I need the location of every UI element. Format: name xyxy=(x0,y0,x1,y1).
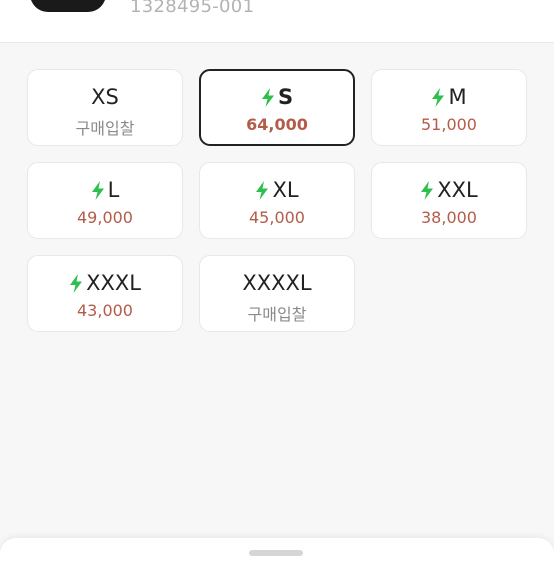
size-price: 51,000 xyxy=(421,115,477,134)
size-label: XXXXL xyxy=(242,271,312,295)
size-option-m[interactable]: M 51,000 xyxy=(371,69,527,146)
size-price: 49,000 xyxy=(77,208,133,227)
size-line: XXXL xyxy=(28,270,182,296)
lightning-bolt-icon xyxy=(420,180,434,200)
lightning-bolt-icon xyxy=(431,87,445,107)
size-option-xxl[interactable]: XXL 38,000 xyxy=(371,162,527,239)
drag-handle[interactable] xyxy=(249,550,303,556)
size-option-l[interactable]: L 49,000 xyxy=(27,162,183,239)
product-thumbnail[interactable] xyxy=(30,0,106,12)
purchase-bid-label: 구매입찰 xyxy=(75,119,135,138)
size-option-xl[interactable]: XL 45,000 xyxy=(199,162,355,239)
size-line: M xyxy=(372,84,526,110)
size-label: L xyxy=(107,178,120,202)
size-price: 43,000 xyxy=(77,301,133,320)
size-label: XS xyxy=(91,85,119,109)
size-line: L xyxy=(28,177,182,203)
size-label: S xyxy=(277,85,294,109)
size-line: S xyxy=(201,84,353,110)
size-option-xxxl[interactable]: XXXL 43,000 xyxy=(27,255,183,332)
lightning-bolt-icon xyxy=(69,273,83,293)
size-line: XL xyxy=(200,177,354,203)
size-label: XXL xyxy=(437,178,478,202)
size-price: 64,000 xyxy=(246,115,308,134)
size-option-s[interactable]: S 64,000 xyxy=(199,69,355,146)
lightning-bolt-icon xyxy=(91,180,105,200)
lightning-bolt-icon xyxy=(261,87,275,107)
size-price: 45,000 xyxy=(249,208,305,227)
size-option-xs[interactable]: XS 구매입찰 xyxy=(27,69,183,146)
size-label: XL xyxy=(272,178,299,202)
product-style-code: 1328495-001 xyxy=(130,0,255,17)
size-label: XXXL xyxy=(86,271,141,295)
purchase-bid-label: 구매입찰 xyxy=(247,305,307,324)
size-line: XXXXL xyxy=(200,270,354,296)
size-line: XXL xyxy=(372,177,526,203)
product-header: 1328495-001 xyxy=(0,0,554,43)
size-price: 38,000 xyxy=(421,208,477,227)
size-line: XS xyxy=(28,84,182,110)
size-label: M xyxy=(448,85,467,109)
bottom-sheet[interactable] xyxy=(0,538,554,568)
lightning-bolt-icon xyxy=(255,180,269,200)
size-option-xxxxl[interactable]: XXXXL 구매입찰 xyxy=(199,255,355,332)
